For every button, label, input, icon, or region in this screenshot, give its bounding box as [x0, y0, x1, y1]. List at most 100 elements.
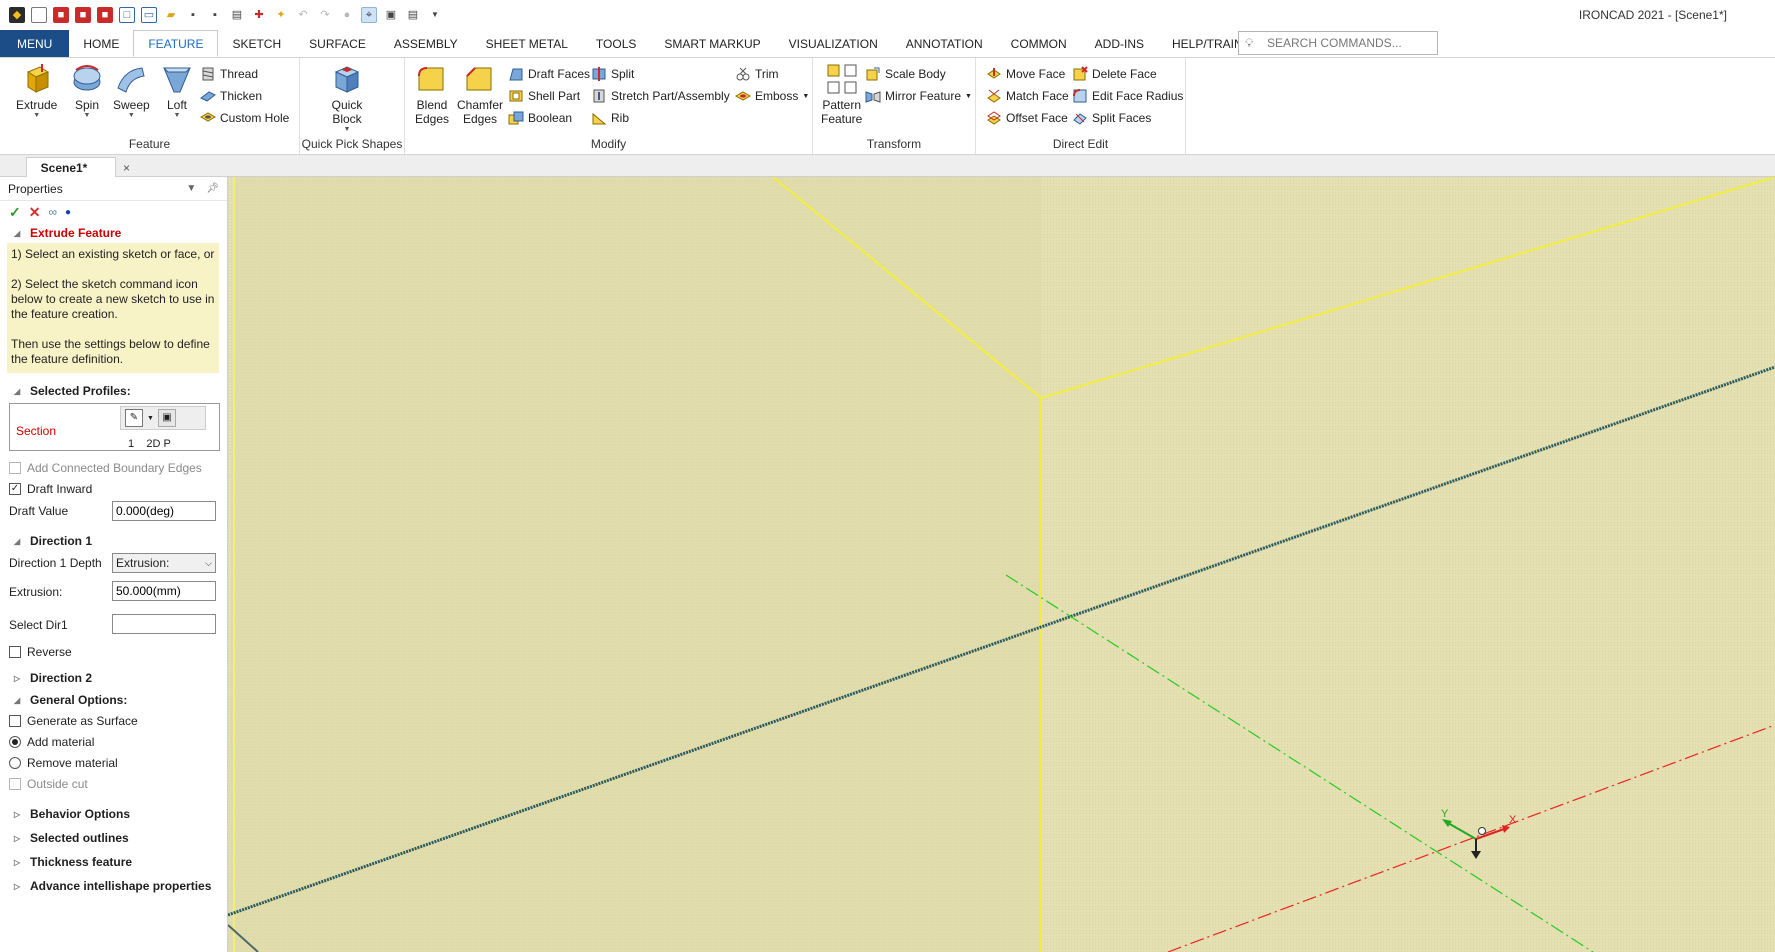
edit-face-radius-button[interactable]: Edit Face Radius: [1072, 87, 1183, 105]
sketch-profile-icon[interactable]: ✎: [125, 409, 143, 427]
pin-icon[interactable]: 📌︎: [206, 183, 219, 194]
selected-outlines-section[interactable]: ▷ Selected outlines: [0, 826, 227, 850]
boolean-button[interactable]: Boolean: [508, 109, 572, 127]
scale-body-button[interactable]: Scale Body: [865, 65, 946, 83]
select-dir1-field[interactable]: [112, 614, 216, 634]
remove-material-radio[interactable]: [9, 756, 21, 769]
view-icon[interactable]: ▣: [383, 7, 399, 23]
close-icon[interactable]: ×: [123, 161, 130, 175]
blue-dot-icon[interactable]: ●: [65, 207, 71, 218]
thickness-feature-section[interactable]: ▷ Thickness feature: [0, 850, 227, 874]
customize-dropdown-icon[interactable]: ▼: [427, 7, 443, 23]
3d-viewport[interactable]: Y X: [228, 177, 1775, 952]
select-mode-icon[interactable]: ⌖: [361, 7, 377, 23]
open-file-icon[interactable]: ▭: [141, 7, 157, 23]
general-options-section[interactable]: ◢ General Options:: [0, 690, 227, 710]
direction1-section[interactable]: ◢ Direction 1: [0, 531, 227, 551]
tab-tools[interactable]: TOOLS: [582, 30, 650, 57]
advance-intellishape-section[interactable]: ▷ Advance intellishape properties: [0, 874, 227, 898]
direction2-section[interactable]: ▷ Direction 2: [0, 668, 227, 688]
stop-icon[interactable]: ●: [339, 7, 355, 23]
expand-triangle-icon: ▷: [14, 833, 21, 843]
save-all-icon[interactable]: ▪: [207, 7, 223, 23]
new-assembly-icon[interactable]: □: [119, 7, 135, 23]
dir1-depth-select[interactable]: Extrusion: ⌵: [112, 553, 216, 573]
shell-part-button[interactable]: Shell Part: [508, 87, 580, 105]
new-drawing-icon[interactable]: ■: [75, 7, 91, 23]
spin-button[interactable]: Spin ▼: [70, 62, 104, 120]
tab-feature[interactable]: FEATURE: [133, 30, 219, 57]
panel-dropdown-icon[interactable]: ▼: [186, 183, 196, 194]
draft-inward-checkbox[interactable]: ✓: [9, 482, 21, 495]
app-logo-icon[interactable]: ◆: [9, 7, 25, 23]
redo-icon[interactable]: ↷: [317, 7, 333, 23]
tab-annotation[interactable]: ANNOTATION: [892, 30, 997, 57]
add-material-radio[interactable]: [9, 735, 21, 748]
tab-add-ins[interactable]: ADD-INS: [1081, 30, 1158, 57]
profile-select-icon[interactable]: ▣: [157, 409, 176, 427]
chevron-down-icon[interactable]: ▼: [147, 415, 154, 422]
loft-button[interactable]: Loft ▼: [160, 62, 194, 120]
tab-home[interactable]: HOME: [69, 30, 133, 57]
tab-sheet-metal[interactable]: SHEET METAL: [472, 30, 582, 57]
trim-button[interactable]: Trim: [735, 65, 779, 83]
reverse-checkbox[interactable]: [9, 645, 21, 658]
selected-profiles-section[interactable]: ◢ Selected Profiles:: [0, 381, 227, 401]
save-icon[interactable]: ▪: [185, 7, 201, 23]
move-face-button[interactable]: Move Face: [986, 65, 1065, 83]
add-connected-checkbox[interactable]: [9, 461, 21, 474]
extrude-button[interactable]: Extrude ▼: [16, 62, 57, 120]
offset-face-button[interactable]: Offset Face: [986, 109, 1068, 127]
cancel-x-icon[interactable]: ✕: [29, 204, 41, 221]
stretch-part-assembly-button[interactable]: Stretch Part/Assembly: [591, 87, 730, 105]
preview-glasses-icon[interactable]: ∞: [48, 205, 57, 219]
export-icon[interactable]: ✚: [251, 7, 267, 23]
folder-icon[interactable]: ▰: [163, 7, 179, 23]
generate-surface-checkbox[interactable]: [9, 714, 21, 727]
tab-surface[interactable]: SURFACE: [295, 30, 380, 57]
thread-button[interactable]: Thread: [200, 65, 258, 83]
tab-smart-markup[interactable]: SMART MARKUP: [650, 30, 774, 57]
chamfer-edges-button[interactable]: Chamfer Edges: [457, 62, 503, 126]
thicken-button[interactable]: Thicken: [200, 87, 262, 105]
split-faces-button[interactable]: Split Faces: [1072, 109, 1151, 127]
options-icon[interactable]: ▤: [405, 7, 421, 23]
tab-scene1[interactable]: Scene1* ×: [26, 157, 130, 177]
tab-assembly[interactable]: ASSEMBLY: [380, 30, 472, 57]
emboss-button[interactable]: Emboss ▼: [735, 87, 809, 105]
pattern-feature-button[interactable]: Pattern Feature: [821, 62, 862, 126]
checkmark-icon[interactable]: ✓: [9, 204, 21, 221]
print-icon[interactable]: ▤: [229, 7, 245, 23]
tab-sketch[interactable]: SKETCH: [218, 30, 295, 57]
outside-cut-checkbox[interactable]: [9, 777, 21, 790]
behavior-options-section[interactable]: ▷ Behavior Options: [0, 802, 227, 826]
search-input[interactable]: [1267, 36, 1437, 50]
undo-icon[interactable]: ↶: [295, 7, 311, 23]
extrusion-field[interactable]: [112, 581, 216, 601]
new-scene-icon[interactable]: ■: [53, 7, 69, 23]
quick-block-button[interactable]: Quick Block ▼: [330, 62, 364, 134]
chevron-down-icon[interactable]: ▼: [802, 93, 809, 100]
chevron-down-icon[interactable]: ▼: [965, 93, 972, 100]
delete-face-button[interactable]: Delete Face: [1072, 65, 1157, 83]
custom-hole-button[interactable]: Custom Hole: [200, 109, 289, 127]
new-part-icon[interactable]: ■: [97, 7, 113, 23]
scene-canvas[interactable]: Y X: [228, 177, 1775, 952]
import-icon[interactable]: ✦: [273, 7, 289, 23]
rib-icon: [592, 112, 607, 125]
sweep-button[interactable]: Sweep ▼: [113, 62, 150, 120]
draft-value-field[interactable]: [112, 501, 216, 521]
tab-common[interactable]: COMMON: [997, 30, 1081, 57]
profile-row[interactable]: 1 2D P: [128, 438, 171, 450]
match-face-button[interactable]: Match Face: [986, 87, 1069, 105]
rib-button[interactable]: Rib: [591, 109, 629, 127]
extrude-feature-section[interactable]: ◢ Extrude Feature: [0, 223, 227, 243]
mirror-feature-button[interactable]: Mirror Feature ▼: [865, 87, 972, 105]
tab-visualization[interactable]: VISUALIZATION: [775, 30, 892, 57]
emboss-icon: [735, 91, 751, 101]
split-button[interactable]: Split: [591, 65, 634, 83]
blend-edges-button[interactable]: Blend Edges: [415, 62, 449, 126]
draft-faces-button[interactable]: Draft Faces: [508, 65, 590, 83]
tab-menu[interactable]: MENU: [0, 30, 70, 57]
new-file-icon[interactable]: [31, 7, 47, 23]
